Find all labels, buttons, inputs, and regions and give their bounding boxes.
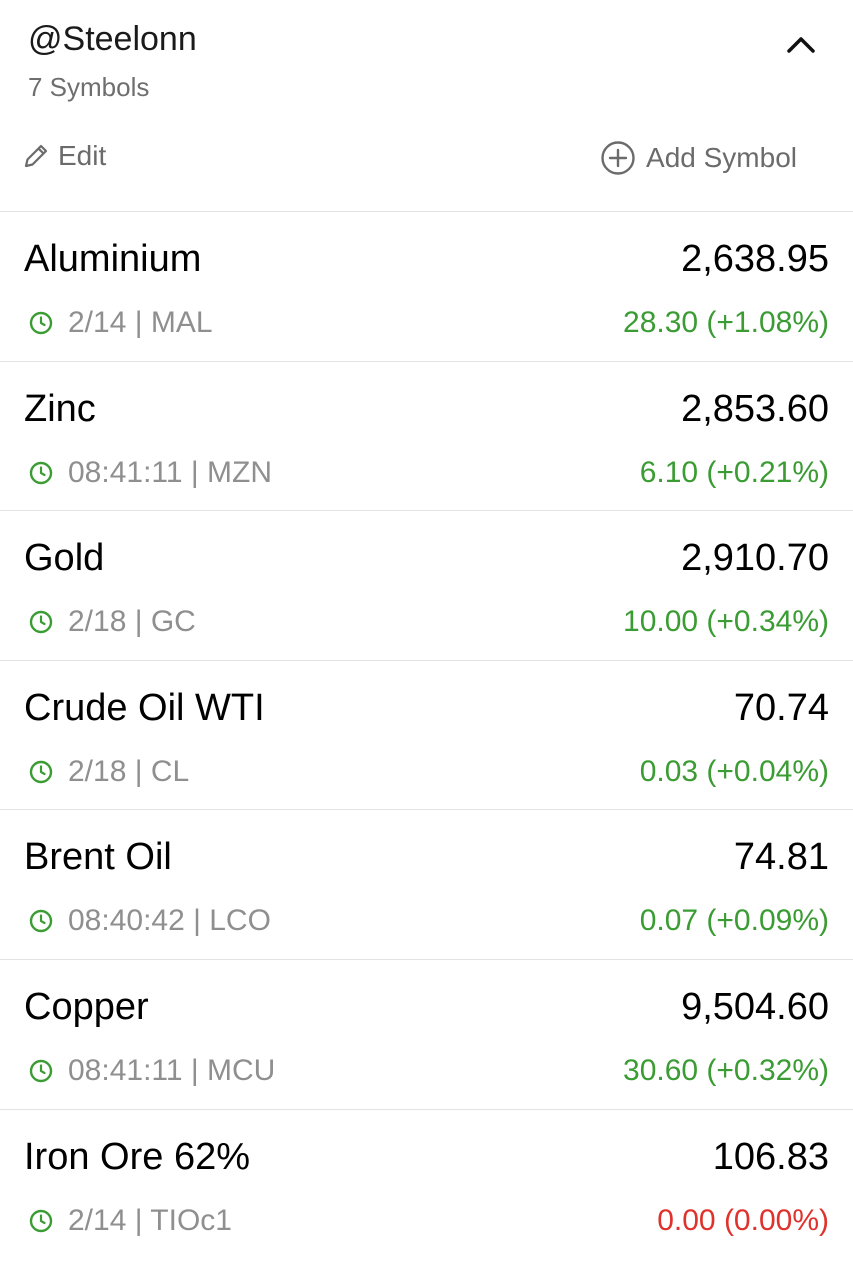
symbol-price: 106.83: [712, 1135, 829, 1178]
symbol-change: 10.00 (+0.34%): [623, 605, 829, 639]
watchlist-header: @Steelonn 7 Symbols Edit Add Symbol: [0, 0, 853, 212]
symbol-row-iron-ore-62[interactable]: Iron Ore 62% 106.83 2/14 | TIOc1 0.00 (0…: [0, 1110, 853, 1260]
watchlist-name[interactable]: @Steelonn: [28, 20, 197, 59]
symbol-name: Zinc: [24, 387, 96, 430]
symbol-meta: 08:41:11 | MCU: [28, 1054, 275, 1088]
symbol-meta: 2/18 | CL: [28, 755, 189, 789]
symbol-row-zinc[interactable]: Zinc 2,853.60 08:41:11 | MZN 6.10 (+0.21…: [0, 362, 853, 512]
add-symbol-button[interactable]: Add Symbol: [600, 140, 797, 176]
symbol-change: 28.30 (+1.08%): [623, 306, 829, 339]
symbol-time-code: 08:41:11 | MZN: [68, 455, 272, 489]
symbol-change: 30.60 (+0.32%): [623, 1053, 829, 1087]
clock-icon: [29, 910, 53, 933]
clock-icon: [29, 610, 53, 634]
symbol-change: 0.03 (+0.04%): [639, 754, 829, 788]
symbol-time-code: 2/14 | TIOc1: [68, 1203, 232, 1237]
symbol-price: 2,638.95: [681, 238, 829, 280]
symbol-list: Aluminium 2,638.95 2/14 | MAL 28.30 (+1.…: [0, 212, 853, 1259]
clock-icon: [29, 461, 53, 484]
symbol-name: Aluminium: [24, 238, 202, 280]
symbol-meta: 2/14 | TIOc1: [28, 1204, 232, 1238]
symbol-meta: 2/18 | GC: [28, 605, 196, 639]
symbol-name: Iron Ore 62%: [24, 1135, 250, 1178]
collapse-button[interactable]: [785, 28, 817, 60]
symbol-time-code: 2/14 | MAL: [68, 306, 213, 339]
symbol-time-code: 08:40:42 | LCO: [68, 904, 271, 938]
symbol-count: 7 Symbols: [28, 72, 150, 102]
edit-label: Edit: [58, 140, 107, 171]
symbol-change: 0.07 (+0.09%): [639, 904, 829, 938]
symbol-name: Brent Oil: [24, 836, 172, 879]
edit-button[interactable]: Edit: [22, 140, 106, 172]
symbol-name: Gold: [24, 537, 105, 580]
symbol-time-code: 2/18 | GC: [68, 605, 196, 639]
symbol-time-code: 08:41:11 | MCU: [68, 1053, 276, 1087]
symbol-row-crude-oil-wti[interactable]: Crude Oil WTI 70.74 2/18 | CL 0.03 (+0.0…: [0, 661, 853, 811]
symbol-price: 9,504.60: [681, 985, 829, 1028]
chevron-up-icon: [787, 37, 815, 53]
symbol-change: 0.00 (0.00%): [657, 1203, 829, 1237]
symbol-meta: 08:40:42 | LCO: [28, 904, 271, 938]
symbol-name: Crude Oil WTI: [24, 686, 265, 729]
clock-icon: [29, 1209, 53, 1232]
symbol-price: 2,910.70: [681, 537, 829, 580]
symbol-time-code: 2/18 | CL: [68, 754, 190, 788]
symbol-change: 6.10 (+0.21%): [639, 455, 829, 489]
symbol-price: 70.74: [733, 686, 829, 729]
symbol-row-copper[interactable]: Copper 9,504.60 08:41:11 | MCU 30.60 (+0…: [0, 960, 853, 1110]
add-symbol-label: Add Symbol: [646, 142, 797, 173]
symbol-row-gold[interactable]: Gold 2,910.70 2/18 | GC 10.00 (+0.34%): [0, 511, 853, 661]
symbol-price: 74.81: [733, 836, 829, 879]
clock-icon: [29, 1059, 53, 1083]
clock-icon: [29, 311, 53, 335]
pencil-icon: [24, 144, 48, 168]
clock-icon: [29, 760, 53, 783]
symbol-name: Copper: [24, 985, 149, 1028]
symbol-price: 2,853.60: [681, 387, 829, 430]
symbol-row-brent-oil[interactable]: Brent Oil 74.81 08:40:42 | LCO 0.07 (+0.…: [0, 810, 853, 960]
plus-circle-icon: [601, 141, 635, 175]
symbol-meta: 2/14 | MAL: [28, 306, 213, 340]
symbol-row-aluminium[interactable]: Aluminium 2,638.95 2/14 | MAL 28.30 (+1.…: [0, 212, 853, 362]
symbol-meta: 08:41:11 | MZN: [28, 456, 272, 490]
